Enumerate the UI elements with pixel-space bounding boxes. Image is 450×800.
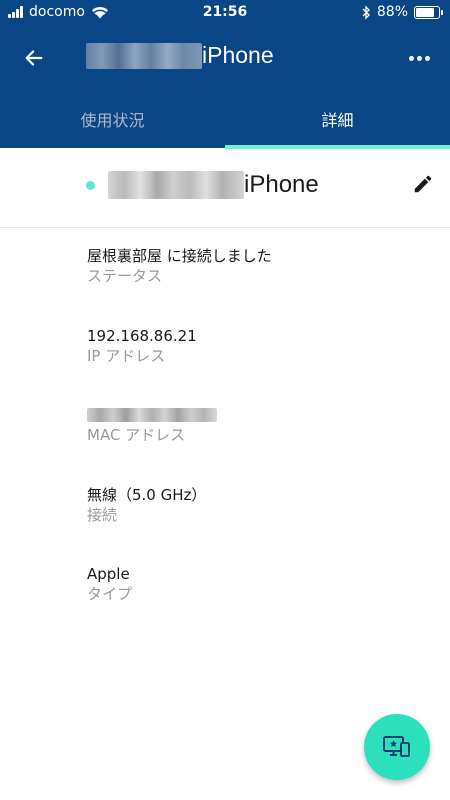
- tab-bar: 使用状況 詳細: [0, 90, 450, 148]
- redacted-device-name-mosaic: [108, 171, 244, 199]
- online-status-dot: [86, 181, 95, 190]
- tab-details[interactable]: 詳細: [225, 90, 450, 148]
- more-button[interactable]: [404, 46, 434, 70]
- detail-value: Apple: [87, 565, 130, 583]
- detail-type: Apple タイプ: [87, 564, 427, 604]
- app-bar: iPhone: [0, 26, 450, 90]
- detail-label: 接続: [87, 506, 118, 524]
- device-name: iPhone: [108, 171, 319, 199]
- battery-fill: [416, 7, 435, 17]
- battery-icon: [414, 5, 443, 19]
- more-horizontal-icon: [407, 55, 431, 61]
- detail-mac-address: MAC アドレス: [87, 405, 427, 445]
- detail-value: 192.168.86.21: [87, 327, 197, 345]
- detail-status: 屋根裏部屋 に接続しました ステータス: [87, 246, 427, 286]
- prioritize-device-button[interactable]: [364, 714, 430, 780]
- detail-label: タイプ: [87, 585, 133, 603]
- pencil-icon: [414, 175, 432, 193]
- arrow-left-icon: [25, 50, 43, 66]
- bluetooth-icon: [362, 4, 370, 20]
- status-right: 88%: [361, 4, 443, 20]
- detail-label: IP アドレス: [87, 347, 166, 365]
- status-bar: docomo 21:56 88%: [0, 0, 450, 26]
- page-title-suffix: iPhone: [202, 42, 274, 68]
- tab-usage[interactable]: 使用状況: [0, 90, 225, 148]
- battery-percent: 88%: [376, 4, 408, 20]
- detail-ip-address: 192.168.86.21 IP アドレス: [87, 326, 427, 366]
- page-title: iPhone: [86, 42, 274, 69]
- detail-label: ステータス: [87, 267, 163, 285]
- redacted-mac-mosaic: [87, 405, 427, 425]
- device-header: iPhone: [0, 149, 450, 228]
- detail-value: 無線（5.0 GHz）: [87, 486, 207, 504]
- detail-label: MAC アドレス: [87, 426, 186, 444]
- redacted-name-mosaic: [86, 42, 202, 69]
- back-button[interactable]: [14, 40, 54, 76]
- edit-button[interactable]: [406, 167, 440, 201]
- device-name-suffix: iPhone: [244, 171, 319, 198]
- detail-value: 屋根裏部屋 に接続しました: [87, 247, 272, 265]
- device-details-screen: docomo 21:56 88% iPhone 使用状況 詳細 iPhone 屋…: [0, 0, 450, 800]
- devices-star-icon: [383, 736, 410, 757]
- detail-connection: 無線（5.0 GHz） 接続: [87, 485, 427, 525]
